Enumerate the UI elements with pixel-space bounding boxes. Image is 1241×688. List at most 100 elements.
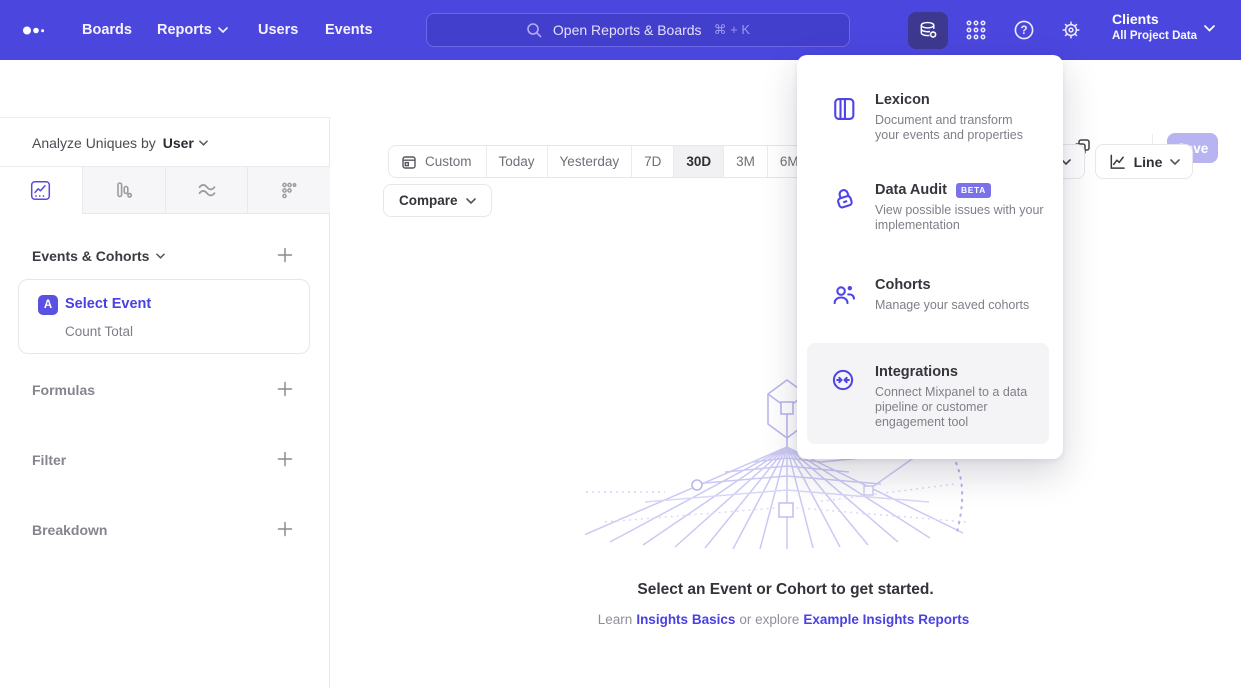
example-reports-link[interactable]: Example Insights Reports xyxy=(803,612,969,627)
compare-button[interactable]: Compare xyxy=(383,184,492,217)
line-chart-tab-icon xyxy=(30,180,51,201)
events-cohorts-header[interactable]: Events & Cohorts xyxy=(32,248,165,264)
apps-grid-icon xyxy=(965,19,987,41)
nav-reports[interactable]: Reports xyxy=(157,0,228,60)
range-30d-selected[interactable]: 30D xyxy=(673,146,723,177)
plus-icon xyxy=(277,521,293,537)
global-search-input[interactable]: Open Reports & Boards ⌘ + K xyxy=(426,13,850,47)
analyze-entity-selector[interactable]: User xyxy=(163,135,208,151)
data-management-dropdown: Lexicon Document and transform your even… xyxy=(797,55,1063,459)
menu-item-title: Cohorts xyxy=(875,277,931,293)
menu-item-description: View possible issues with your implement… xyxy=(875,203,1053,233)
svg-text:?: ? xyxy=(1020,25,1027,37)
project-scope: All Project Data xyxy=(1112,30,1197,42)
help-button[interactable]: ? xyxy=(1012,18,1036,42)
empty-state-subtitle: LearnInsights Basics or explore Example In… xyxy=(330,612,1241,627)
count-type-selector[interactable]: Count Total xyxy=(65,324,133,339)
plus-icon xyxy=(277,381,293,397)
chevron-down-icon xyxy=(1170,159,1180,165)
range-3m-label: 3M xyxy=(736,154,755,169)
select-event-button[interactable]: Select Event xyxy=(65,296,151,312)
plus-icon xyxy=(277,451,293,467)
data-management-button[interactable] xyxy=(908,12,948,49)
add-filter-button[interactable] xyxy=(277,451,295,469)
nav-reports-label: Reports xyxy=(157,22,212,38)
range-custom[interactable]: Custom xyxy=(389,146,486,177)
search-shortcut: ⌘ + K xyxy=(714,22,751,38)
nav-events[interactable]: Events xyxy=(325,0,373,60)
chevron-down-icon xyxy=(156,253,165,259)
lexicon-icon xyxy=(830,95,858,123)
nav-users[interactable]: Users xyxy=(258,0,298,60)
compare-label: Compare xyxy=(399,193,458,208)
retention-tab-icon xyxy=(279,180,300,201)
analyze-entity-value: User xyxy=(163,135,194,151)
menu-item-description: Document and transform your events and p… xyxy=(875,113,1035,143)
event-row-card[interactable]: A Select Event Count Total xyxy=(18,279,310,354)
gear-icon xyxy=(1060,19,1082,41)
range-6m-label: 6M xyxy=(780,154,799,169)
analyze-label: Analyze Uniques by xyxy=(32,135,156,151)
database-gear-icon xyxy=(917,19,940,42)
flows-tab-icon xyxy=(196,180,217,201)
menu-item-title: Lexicon xyxy=(875,92,930,108)
chevron-down-icon xyxy=(199,140,208,146)
insights-basics-link[interactable]: Insights Basics xyxy=(636,612,735,627)
empty-state-title: Select an Event or Cohort to get started… xyxy=(330,581,1241,599)
tab-flows[interactable] xyxy=(165,167,248,214)
tab-insights-line[interactable] xyxy=(0,167,82,214)
menu-item-description: Connect Mixpanel to a data pipeline or c… xyxy=(875,385,1037,430)
section-formulas: Formulas xyxy=(32,382,95,398)
section-filter: Filter xyxy=(32,452,66,468)
events-cohorts-label: Events & Cohorts xyxy=(32,248,149,264)
mixpanel-logo[interactable] xyxy=(21,24,47,36)
range-3m[interactable]: 3M xyxy=(723,146,767,177)
data-audit-icon xyxy=(830,185,858,213)
chart-type-tabbar xyxy=(0,166,330,214)
chart-type-dropdown[interactable]: Line xyxy=(1095,144,1193,179)
chevron-down-icon xyxy=(1204,25,1215,32)
nav-users-label: Users xyxy=(258,22,298,38)
nav-boards-label: Boards xyxy=(82,22,132,38)
menu-item-title: Integrations xyxy=(875,364,958,380)
project-selector[interactable]: Clients All Project Data xyxy=(1112,11,1197,42)
org-name: Clients xyxy=(1112,11,1197,27)
bar-chart-tab-icon xyxy=(113,180,134,201)
calendar-icon xyxy=(401,154,417,170)
integrations-icon xyxy=(830,367,858,395)
nav-events-label: Events xyxy=(325,22,373,38)
nav-boards[interactable]: Boards xyxy=(82,0,132,60)
cohorts-icon xyxy=(830,280,858,308)
range-custom-label: Custom xyxy=(425,154,472,169)
tab-bar-chart[interactable] xyxy=(82,167,165,214)
date-range-segmented-control: Custom Today Yesterday 7D 30D 3M 6M xyxy=(388,145,812,178)
analyze-row: Analyze Uniques by User xyxy=(32,135,208,151)
range-7d-label: 7D xyxy=(644,154,661,169)
range-7d[interactable]: 7D xyxy=(631,146,673,177)
range-today[interactable]: Today xyxy=(486,146,547,177)
range-yesterday-label: Yesterday xyxy=(560,154,620,169)
range-yesterday[interactable]: Yesterday xyxy=(547,146,632,177)
settings-button[interactable] xyxy=(1059,18,1083,42)
range-30d-label: 30D xyxy=(686,154,711,169)
event-series-badge: A xyxy=(38,295,58,315)
apps-grid-button[interactable] xyxy=(963,18,989,42)
tab-retention[interactable] xyxy=(247,167,330,214)
section-breakdown: Breakdown xyxy=(32,522,107,538)
query-builder-sidebar: Analyze Uniques by User xyxy=(0,117,330,688)
add-formula-button[interactable] xyxy=(277,381,295,399)
range-today-label: Today xyxy=(499,154,535,169)
help-icon: ? xyxy=(1013,19,1035,41)
or-explore-text: or explore xyxy=(739,612,799,627)
line-chart-icon xyxy=(1108,153,1126,171)
chevron-down-icon xyxy=(218,27,228,33)
plus-icon xyxy=(277,247,293,263)
chart-type-label: Line xyxy=(1134,154,1163,170)
add-event-button[interactable] xyxy=(277,247,295,265)
learn-prefix: Learn xyxy=(598,612,633,627)
search-icon xyxy=(526,22,543,39)
add-breakdown-button[interactable] xyxy=(277,521,295,539)
menu-item-title: Data Audit xyxy=(875,182,947,198)
menu-item-integrations-hovered[interactable]: Integrations Connect Mixpanel to a data … xyxy=(807,343,1049,444)
menu-item-description: Manage your saved cohorts xyxy=(875,298,1053,313)
